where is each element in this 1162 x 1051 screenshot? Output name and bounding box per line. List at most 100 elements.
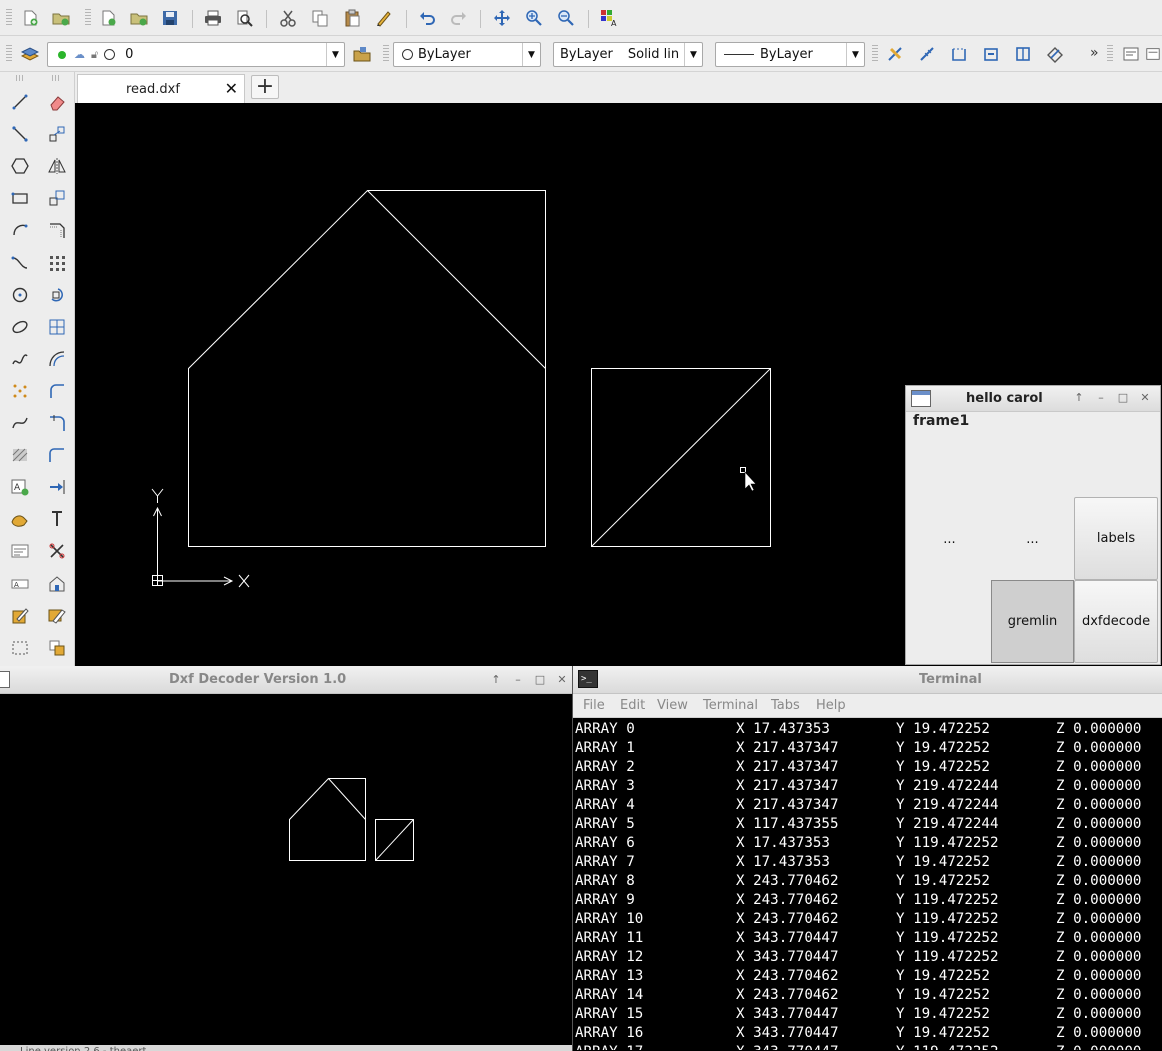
chevron-down-icon[interactable]: ▼: [684, 43, 702, 66]
select-window-icon[interactable]: [8, 636, 32, 660]
layer-add-icon[interactable]: [350, 42, 374, 66]
freehand-icon[interactable]: [8, 347, 32, 371]
window-menu-icon[interactable]: [911, 390, 931, 407]
polygon-icon[interactable]: [8, 154, 32, 178]
maximize-icon[interactable]: □: [533, 673, 547, 687]
snap-middle-icon[interactable]: [1043, 42, 1067, 66]
trim-icon[interactable]: [45, 411, 69, 435]
text-style-icon-2[interactable]: [1145, 42, 1161, 66]
shade-icon[interactable]: ↑: [489, 673, 503, 687]
scale-icon[interactable]: [45, 186, 69, 210]
spline-icon[interactable]: [8, 251, 32, 275]
toolbar-grip[interactable]: [6, 9, 12, 27]
snap-endpoint-icon[interactable]: [947, 42, 971, 66]
window-titlebar[interactable]: >_ Terminal: [573, 666, 1162, 694]
image-icon[interactable]: [8, 507, 32, 531]
rectangle-icon[interactable]: [8, 186, 32, 210]
chevron-down-icon[interactable]: ▼: [522, 43, 540, 66]
save-icon[interactable]: [158, 6, 182, 30]
mtext-icon[interactable]: [8, 539, 32, 563]
lineweight-select[interactable]: ByLayer ▼: [715, 42, 865, 67]
close-tab-icon[interactable]: ✕: [225, 79, 238, 98]
dots-button-2[interactable]: ...: [991, 498, 1074, 580]
dots-button-1[interactable]: ...: [908, 498, 991, 580]
stretch-icon[interactable]: [45, 315, 69, 339]
menu-file[interactable]: File: [583, 698, 605, 713]
fillet-icon[interactable]: [45, 379, 69, 403]
redo-icon[interactable]: [447, 6, 471, 30]
open-file-icon[interactable]: [49, 6, 73, 30]
menu-terminal[interactable]: Terminal: [703, 698, 758, 713]
snap-free-icon[interactable]: [883, 42, 907, 66]
chevron-down-icon[interactable]: ▼: [326, 43, 344, 66]
labels-button[interactable]: labels: [1074, 497, 1158, 580]
copy-icon[interactable]: [308, 6, 332, 30]
window-titlebar[interactable]: hello carol ↑ – □ ✕: [906, 386, 1160, 412]
paste-icon[interactable]: [340, 6, 364, 30]
array-icon[interactable]: [45, 251, 69, 275]
toolbar-grip[interactable]: [51, 75, 59, 81]
line-icon[interactable]: [8, 90, 32, 114]
divide-icon[interactable]: [45, 539, 69, 563]
edit-icon[interactable]: [8, 604, 32, 628]
layer-freeze-icon[interactable]: ☁: [74, 48, 85, 61]
taskbar-item[interactable]: Line version 2.6 - theaert: [20, 1043, 146, 1051]
undo-icon[interactable]: [415, 6, 439, 30]
ellipse-icon[interactable]: [8, 315, 32, 339]
print-icon[interactable]: [201, 6, 225, 30]
point-line-icon[interactable]: [8, 122, 32, 146]
window-titlebar[interactable]: Dxf Decoder Version 1.0 ↑ – □ ✕: [0, 666, 572, 694]
properties-icon[interactable]: [45, 636, 69, 660]
offset-icon[interactable]: [45, 347, 69, 371]
menu-view[interactable]: View: [657, 698, 688, 713]
add-tab-button[interactable]: +: [251, 75, 279, 99]
shade-icon[interactable]: ↑: [1072, 391, 1086, 405]
round-icon[interactable]: [45, 443, 69, 467]
menu-edit[interactable]: Edit: [620, 698, 645, 713]
toolbar-grip[interactable]: [383, 45, 389, 63]
menu-help[interactable]: Help: [816, 698, 846, 713]
toolbar-grip[interactable]: [872, 45, 878, 63]
menu-tabs[interactable]: Tabs: [771, 698, 800, 713]
snap-on-entity-icon[interactable]: [979, 42, 1003, 66]
zoom-out-icon[interactable]: [554, 6, 578, 30]
terminal-icon[interactable]: >_: [578, 670, 598, 688]
mirror-icon[interactable]: [45, 154, 69, 178]
layer-lock-icon[interactable]: 🔓︎: [91, 48, 98, 62]
minimize-icon[interactable]: –: [511, 673, 525, 687]
print-preview-icon[interactable]: [232, 6, 256, 30]
toolbar-grip[interactable]: [6, 45, 12, 63]
layer-select[interactable]: ☁ 🔓︎ 0 ▼: [47, 42, 345, 67]
layer-manager-icon[interactable]: [18, 42, 42, 66]
gremlin-button[interactable]: gremlin: [991, 580, 1074, 663]
circle-icon[interactable]: [8, 283, 32, 307]
arc-icon[interactable]: [8, 218, 32, 242]
close-icon[interactable]: ✕: [1138, 391, 1152, 405]
toolbar-grip[interactable]: [1107, 45, 1113, 63]
toolbar-overflow-button[interactable]: »: [1090, 45, 1099, 61]
snap-center-icon[interactable]: [1011, 42, 1035, 66]
tab-read-dxf[interactable]: read.dxf ✕: [77, 74, 245, 103]
pan-icon[interactable]: [490, 6, 514, 30]
new-file-icon[interactable]: [18, 6, 42, 30]
window-menu-icon[interactable]: [0, 671, 10, 688]
cut-icon[interactable]: [276, 6, 300, 30]
points-icon[interactable]: [8, 379, 32, 403]
close-icon[interactable]: ✕: [555, 673, 569, 687]
dxfdecode-button[interactable]: dxfdecode: [1074, 580, 1158, 663]
pen-icon[interactable]: [372, 6, 396, 30]
snap-grid-icon[interactable]: [915, 42, 939, 66]
layer-print-icon[interactable]: [104, 49, 116, 60]
layer-visible-icon[interactable]: [58, 50, 66, 59]
linetype-select[interactable]: ByLayer Solid lin ▼: [553, 42, 703, 67]
dimension-label-icon[interactable]: A: [8, 572, 32, 596]
break-icon[interactable]: [45, 507, 69, 531]
move-icon[interactable]: [45, 122, 69, 146]
text-style-icon[interactable]: [1119, 42, 1143, 66]
terminal-output[interactable]: ARRAY 0X 17.437353 Y 19.472252 Z 0.000000 A…: [575, 720, 1161, 1050]
add-text-icon[interactable]: A: [8, 475, 32, 499]
rotate-icon[interactable]: [45, 283, 69, 307]
open-template-icon[interactable]: [127, 6, 151, 30]
hatch-icon[interactable]: [8, 443, 32, 467]
eraser-icon[interactable]: [45, 90, 69, 114]
